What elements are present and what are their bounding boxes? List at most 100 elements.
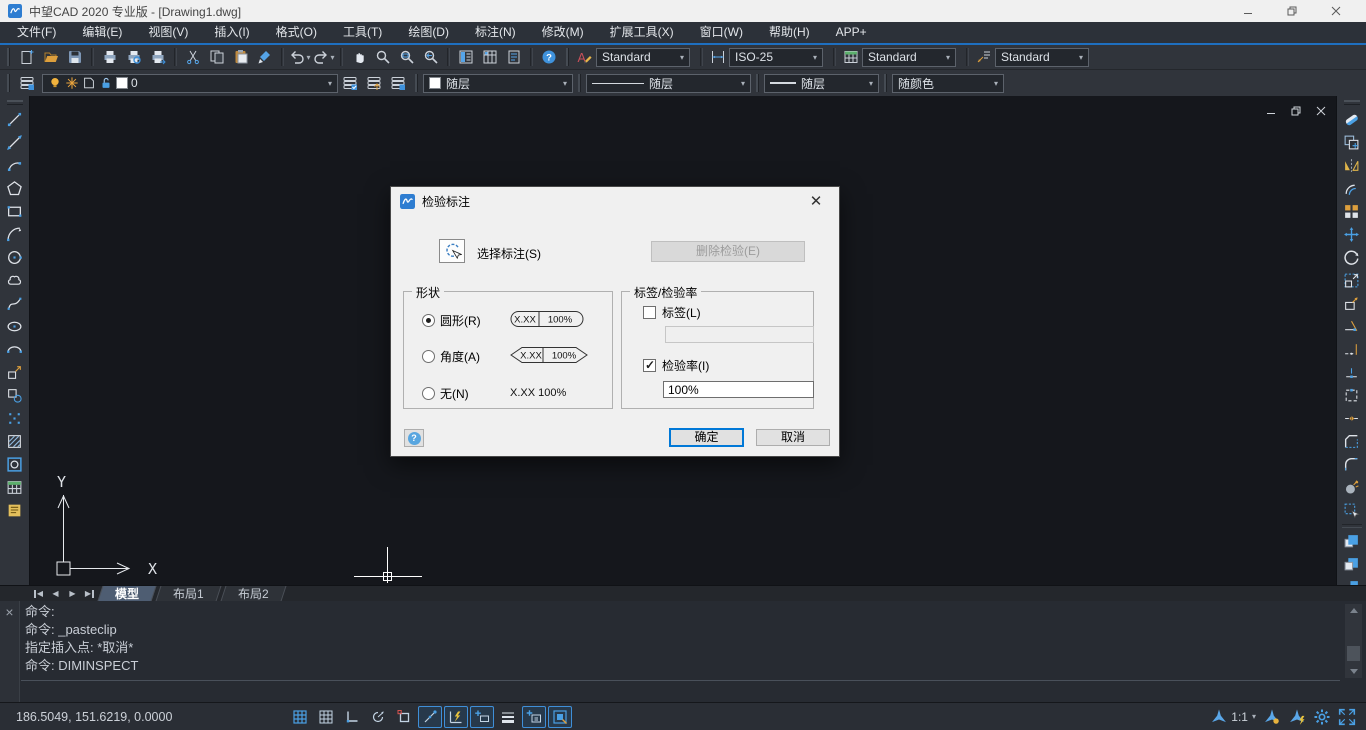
chevron-down-icon[interactable]: ▾ [1075, 53, 1083, 62]
array-button[interactable] [1340, 200, 1364, 223]
restore-button[interactable] [1270, 0, 1314, 22]
text-style-select[interactable]: Standard ▾ [596, 48, 690, 67]
undo-button[interactable]: ▾ [288, 47, 312, 68]
stretch-button[interactable] [1340, 292, 1364, 315]
minimize-button[interactable] [1226, 0, 1270, 22]
drawing-minimize-button[interactable] [1266, 105, 1276, 119]
chevron-down-icon[interactable]: ▾ [306, 53, 310, 62]
quick-properties-button[interactable] [522, 706, 546, 728]
none-radio[interactable] [422, 387, 435, 400]
round-radio-label[interactable]: 圆形(R) [440, 312, 481, 329]
color-select[interactable]: 随层 ▾ [423, 74, 573, 93]
grid-display-button[interactable] [288, 706, 312, 728]
menu-item-10[interactable]: 扩展工具(X) [597, 22, 687, 43]
toolbar-grip[interactable] [756, 74, 759, 92]
ellipse-arc-button[interactable] [3, 338, 27, 361]
arc-button[interactable] [3, 223, 27, 246]
mirror-button[interactable] [1340, 154, 1364, 177]
copy-clip-button[interactable] [205, 47, 229, 68]
make-block-button[interactable] [3, 384, 27, 407]
pan-button[interactable] [347, 47, 371, 68]
cancel-button[interactable]: 取消 [756, 429, 830, 446]
menu-item-13[interactable]: APP+ [823, 22, 880, 43]
chevron-down-icon[interactable]: ▾ [676, 53, 684, 62]
menu-item-1[interactable]: 文件(F) [4, 22, 69, 43]
scrollbar-thumb[interactable] [1347, 646, 1360, 661]
label-checkbox-label[interactable]: 标签(L) [662, 304, 701, 321]
menu-item-9[interactable]: 修改(M) [529, 22, 597, 43]
sheet-set-manager-button[interactable] [502, 47, 526, 68]
none-radio-label[interactable]: 无(N) [440, 385, 469, 402]
drawing-restore-button[interactable] [1291, 105, 1301, 119]
menu-item-6[interactable]: 工具(T) [330, 22, 395, 43]
chevron-down-icon[interactable]: ▾ [559, 79, 567, 88]
polar-tracking-button[interactable] [366, 706, 390, 728]
erase-button[interactable] [1340, 108, 1364, 131]
chamfer-button[interactable] [1340, 430, 1364, 453]
chevron-down-icon[interactable]: ▾ [737, 79, 745, 88]
open-file-button[interactable] [39, 47, 63, 68]
drawing-close-button[interactable] [1316, 105, 1326, 119]
command-history[interactable]: 命令:命令: _pasteclip指定插入点: *取消*命令: DIMINSPE… [25, 603, 1336, 675]
lineweight-display-button[interactable] [496, 706, 520, 728]
dimension-style-select[interactable]: ISO-25 ▾ [729, 48, 823, 67]
redo-button[interactable]: ▾ [312, 47, 336, 68]
copy-button[interactable] [1340, 131, 1364, 154]
chevron-down-icon[interactable]: ▾ [990, 79, 998, 88]
draw-order-bottom-button[interactable] [1340, 576, 1364, 585]
new-file-button[interactable] [15, 47, 39, 68]
paste-clip-button[interactable] [229, 47, 253, 68]
close-button[interactable] [1314, 0, 1358, 22]
join-button[interactable] [1340, 407, 1364, 430]
menu-item-11[interactable]: 窗口(W) [687, 22, 756, 43]
object-snap-tracking-button[interactable] [444, 706, 468, 728]
print-preview-button[interactable] [122, 47, 146, 68]
make-object-layer-current-button[interactable] [362, 73, 386, 94]
construction-line-button[interactable] [3, 131, 27, 154]
multileader-style-select[interactable]: Standard ▾ [995, 48, 1089, 67]
chevron-down-icon[interactable]: ▾ [1252, 712, 1256, 721]
label-input[interactable] [665, 326, 814, 343]
tab-first-button[interactable]: ◀ [30, 586, 47, 601]
layer-states-manager-button[interactable] [338, 73, 362, 94]
ortho-mode-button[interactable] [340, 706, 364, 728]
label-checkbox[interactable] [643, 306, 656, 319]
offset-button[interactable] [1340, 177, 1364, 200]
toolbar-grip[interactable] [7, 48, 10, 66]
zoom-realtime-button[interactable] [371, 47, 395, 68]
command-scrollbar[interactable] [1345, 604, 1362, 678]
point-button[interactable] [3, 407, 27, 430]
angular-radio-label[interactable]: 角度(A) [440, 348, 480, 365]
mtext-button[interactable] [3, 499, 27, 522]
chevron-down-icon[interactable]: ▾ [865, 79, 873, 88]
scale-button[interactable] [1340, 269, 1364, 292]
fillet-button[interactable] [1340, 453, 1364, 476]
layer-select[interactable]: 0 ▾ [42, 74, 338, 93]
rectangle-button[interactable] [3, 200, 27, 223]
region-button[interactable] [3, 453, 27, 476]
match-properties-button[interactable] [253, 47, 277, 68]
layer-previous-button[interactable] [386, 73, 410, 94]
menu-item-4[interactable]: 插入(I) [201, 22, 262, 43]
dialog-help-button[interactable]: ? [404, 429, 424, 447]
zoom-previous-button[interactable] [419, 47, 443, 68]
hatch-button[interactable] [3, 430, 27, 453]
trim-button[interactable] [1340, 315, 1364, 338]
menu-item-2[interactable]: 编辑(E) [69, 22, 135, 43]
tab-last-button[interactable]: ▶ [81, 586, 98, 601]
select-dimension-button[interactable] [439, 239, 465, 263]
layout-tab-2[interactable]: 布局1 [156, 586, 222, 601]
menu-item-3[interactable]: 视图(V) [135, 22, 201, 43]
layout-tab-3[interactable]: 布局2 [220, 586, 286, 601]
object-snap-settings-button[interactable] [392, 706, 416, 728]
tool-palettes-button[interactable] [478, 47, 502, 68]
annotation-visibility-button[interactable] [1263, 708, 1281, 726]
menu-item-8[interactable]: 标注(N) [462, 22, 529, 43]
ellipse-button[interactable] [3, 315, 27, 338]
menu-item-7[interactable]: 绘图(D) [395, 22, 462, 43]
object-snap-button[interactable] [418, 706, 442, 728]
extend-button[interactable] [1340, 338, 1364, 361]
inspection-rate-checkbox[interactable] [643, 359, 656, 372]
explode-button[interactable] [1340, 476, 1364, 499]
toolbar-grip[interactable] [415, 74, 418, 92]
